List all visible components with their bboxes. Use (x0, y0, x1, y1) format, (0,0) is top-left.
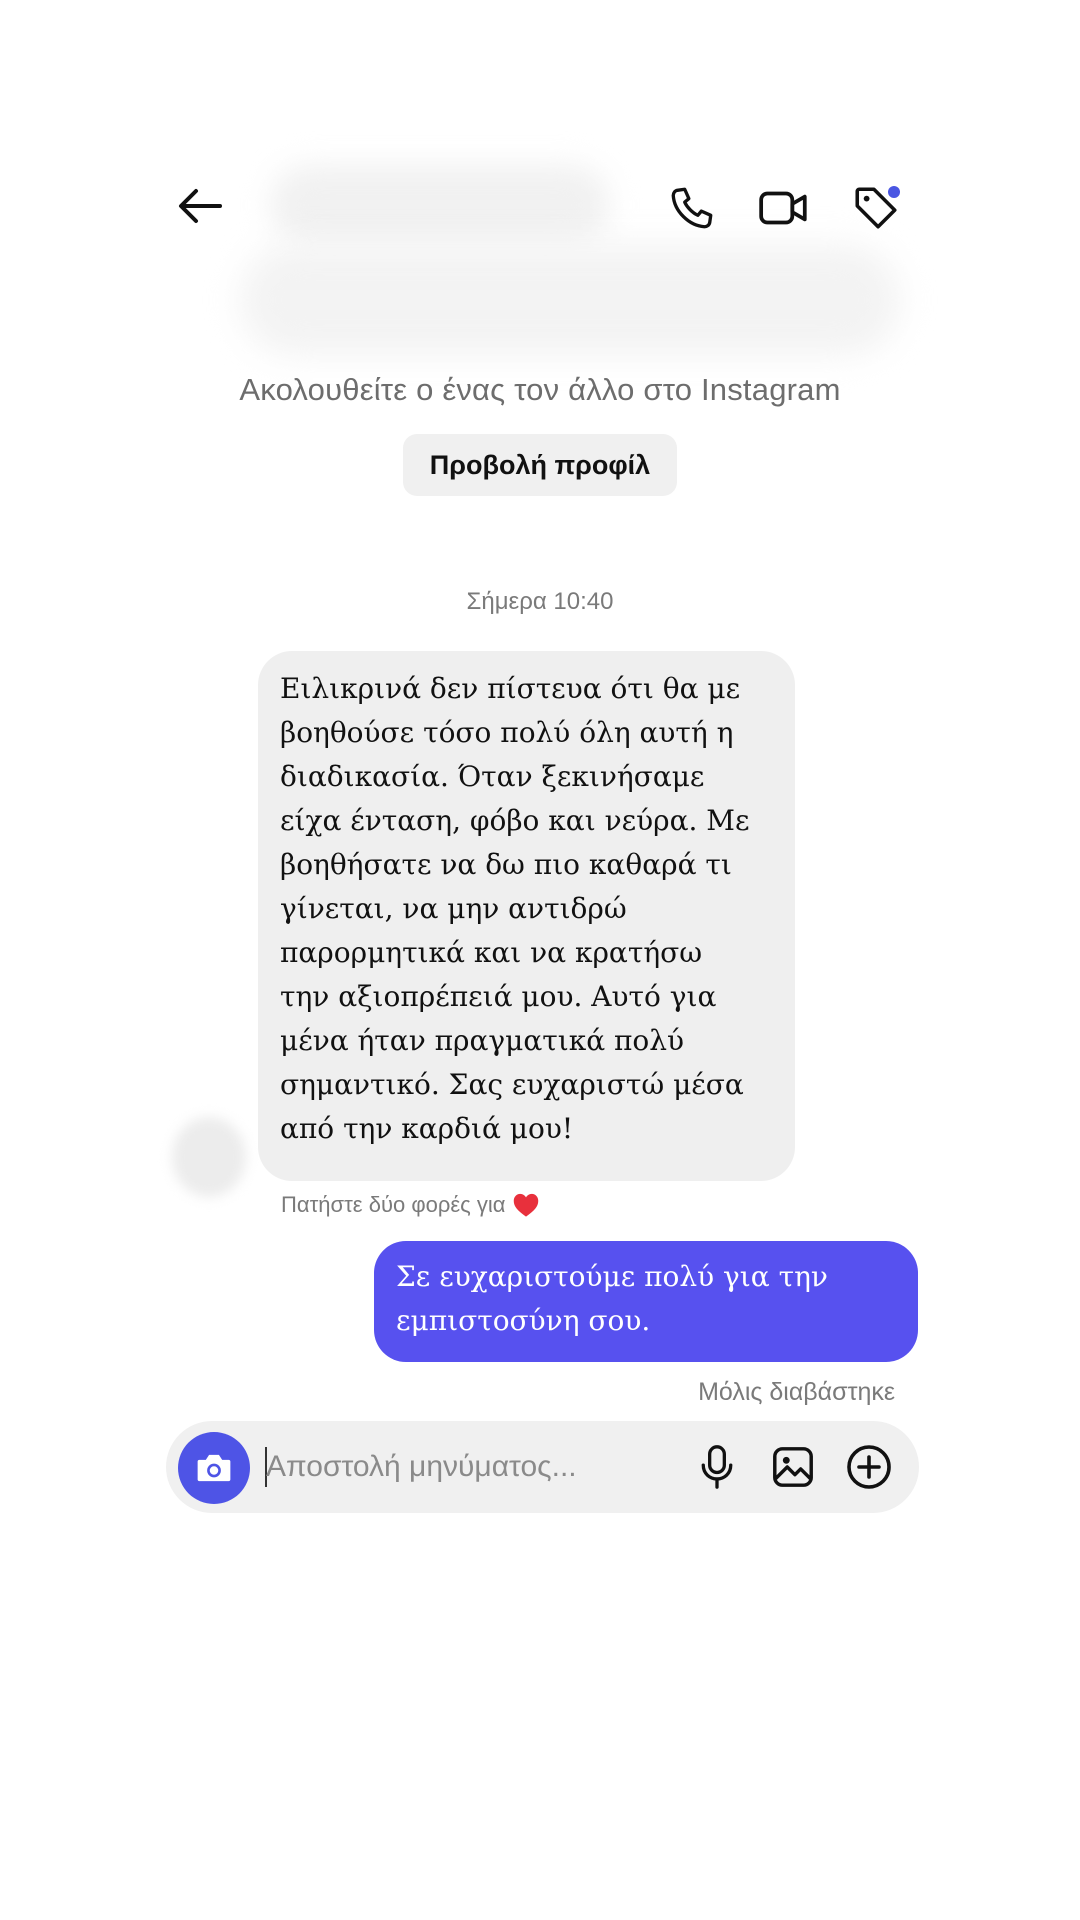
double-tap-hint: Πατήστε δύο φορές για (281, 1192, 540, 1218)
image-icon (773, 1447, 813, 1487)
contact-name-redacted (270, 165, 610, 245)
microphone-icon (701, 1445, 733, 1489)
back-arrow-icon (179, 189, 222, 223)
audio-call-button[interactable] (664, 180, 720, 236)
camera-icon (197, 1454, 231, 1482)
message-line: γίνεται, να μην αντιδρώ (280, 892, 627, 925)
message-line: είχα ένταση, φόβο και νεύρα. Με (280, 804, 750, 837)
incoming-message-bubble[interactable]: Ειλικρινά δεν πίστευα ότι θα με βοηθούσε… (258, 651, 795, 1181)
message-line: εμπιστοσύνη σου. (396, 1304, 651, 1337)
message-line: μένα ήταν πραγματικά πολύ (280, 1024, 685, 1057)
voice-message-button[interactable] (690, 1440, 744, 1494)
mutual-follow-text: Ακολουθείτε ο ένας τον άλλο στο Instagra… (239, 372, 841, 407)
message-timestamp: Σήμερα 10:40 (466, 588, 614, 615)
back-button[interactable] (172, 178, 228, 234)
message-line: Σε ευχαριστούμε πολύ για την (396, 1260, 828, 1293)
heart-icon (513, 1193, 538, 1217)
camera-button[interactable] (178, 1432, 250, 1504)
message-line: σημαντικό. Σας ευχαριστώ μέσα (280, 1068, 744, 1101)
message-line: από την καρδιά μου! (280, 1112, 574, 1145)
avatar[interactable] (172, 1117, 246, 1197)
add-attachment-button[interactable] (842, 1440, 896, 1494)
notification-dot (888, 186, 900, 198)
message-line: βοηθούσε τόσο πολύ όλη αυτή η (280, 716, 734, 749)
view-profile-button[interactable]: Προβολή προφίλ (403, 434, 677, 496)
video-call-button[interactable] (756, 180, 812, 236)
outgoing-message-bubble[interactable]: Σε ευχαριστούμε πολύ για την εμπιστοσύνη… (374, 1241, 918, 1362)
double-tap-hint-text: Πατήστε δύο φορές για (281, 1192, 506, 1217)
gallery-button[interactable] (766, 1440, 820, 1494)
message-line: Ειλικρινά δεν πίστευα ότι θα με (280, 672, 741, 705)
read-receipt: Μόλις διαβάστηκε (698, 1378, 895, 1406)
message-line: παρορμητικά και να κρατήσω (280, 936, 703, 969)
message-line: διαδικασία. Όταν ξεκινήσαμε (280, 760, 705, 793)
phone-icon (671, 187, 713, 229)
message-line: την αξιοπρέπειά μου. Αυτό για (280, 980, 717, 1013)
contact-username-redacted (240, 245, 900, 355)
tag-button[interactable] (848, 180, 904, 236)
message-input[interactable] (266, 1440, 666, 1494)
message-line: βοηθήσατε να δω πιο καθαρά τι (280, 848, 732, 881)
video-camera-icon (759, 191, 807, 225)
plus-circle-icon (847, 1445, 891, 1489)
